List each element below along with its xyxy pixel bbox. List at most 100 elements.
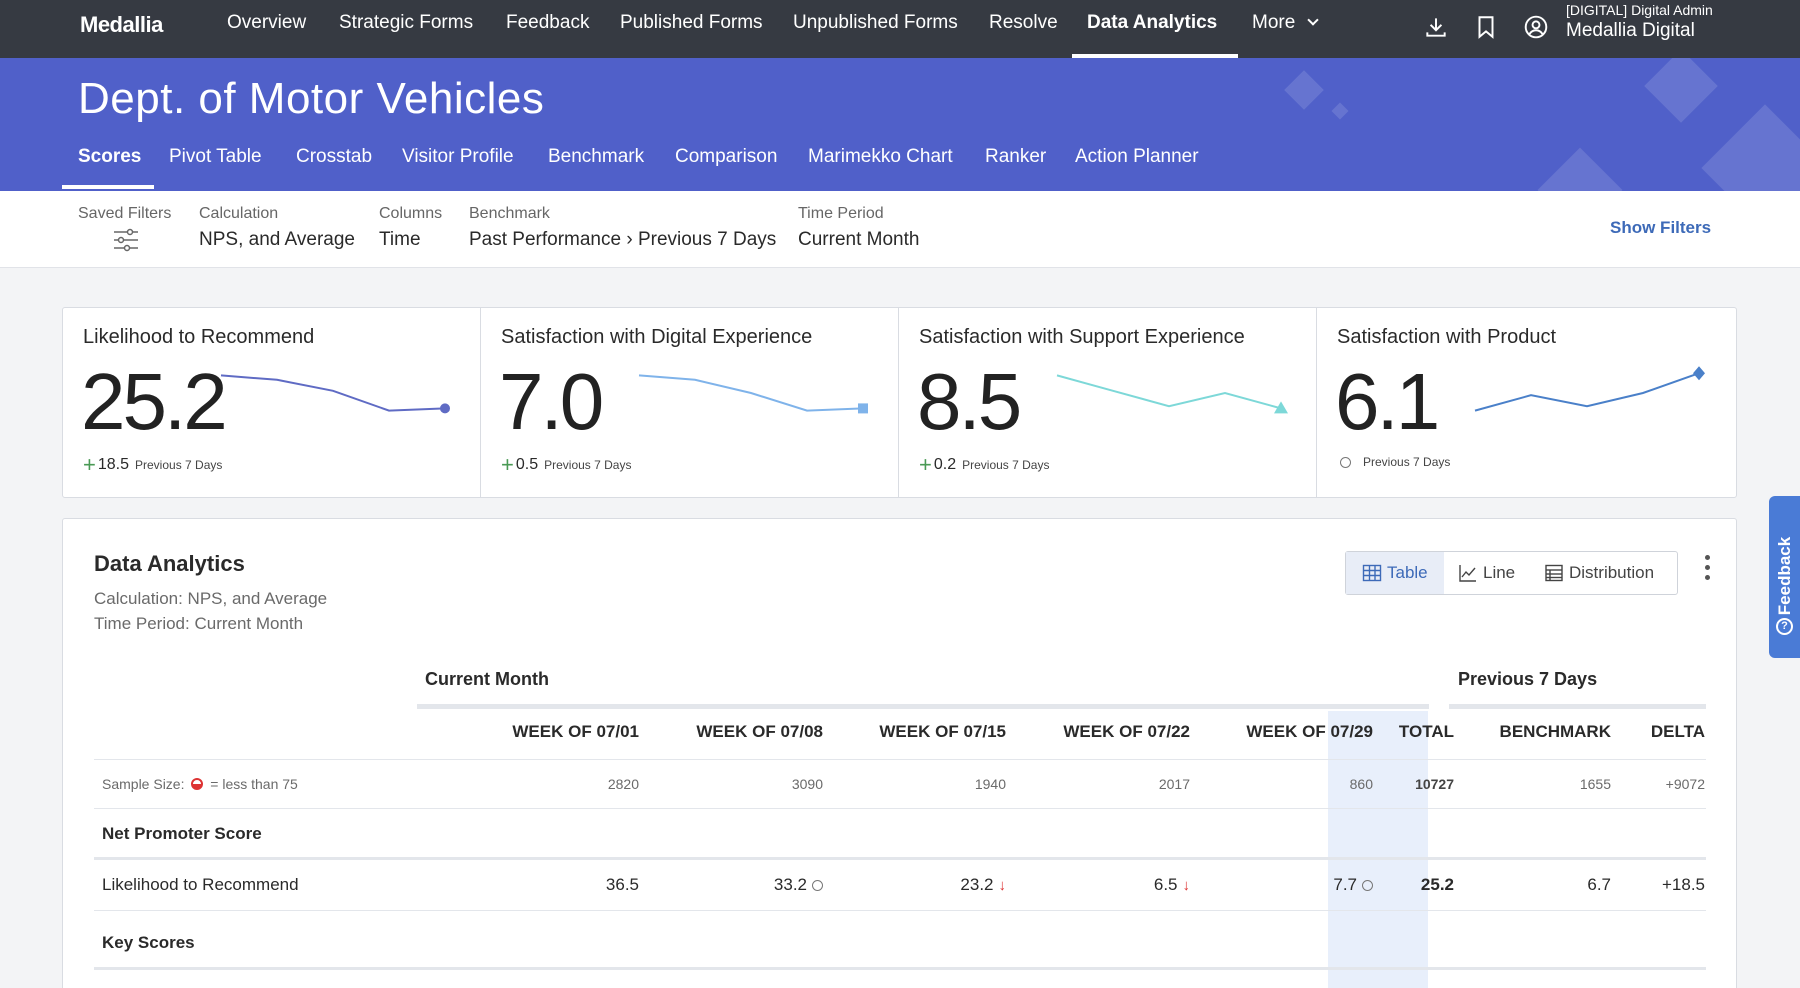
row-label-likelihood[interactable]: Likelihood to Recommend — [102, 875, 299, 895]
sample-size-label: Sample Size: = less than 75 — [102, 776, 298, 792]
tab-visitor-profile[interactable]: Visitor Profile — [402, 146, 514, 168]
user-name[interactable]: Medallia Digital — [1566, 20, 1695, 42]
tab-marimekko-chart[interactable]: Marimekko Chart — [808, 146, 953, 168]
sparkline — [1056, 374, 1288, 414]
benchmark-cell[interactable]: 6.7 — [1587, 875, 1611, 895]
sliders-icon[interactable] — [112, 227, 140, 253]
calculation-label: Calculation — [199, 205, 279, 222]
nav-data-analytics[interactable]: Data Analytics — [1087, 12, 1217, 34]
data-analytics-panel: Data Analytics Calculation: NPS, and Ave… — [62, 518, 1737, 988]
download-icon[interactable] — [1423, 14, 1449, 40]
time-period-value[interactable]: Current Month — [798, 229, 919, 251]
card-score: 25.2 — [81, 357, 228, 446]
nav-more[interactable]: More — [1252, 12, 1319, 34]
score-card[interactable]: Satisfaction with Digital Experience 7.0… — [481, 308, 899, 497]
banner-decoration — [1331, 102, 1349, 120]
column-header[interactable]: WEEK OF 07/01 — [512, 722, 639, 742]
score-value: 6.5 — [1153, 875, 1178, 894]
distribution-icon — [1545, 564, 1563, 582]
plus-icon: + — [83, 452, 96, 477]
score-cell[interactable]: 23.2 ↓ — [960, 875, 1006, 895]
nav-resolve[interactable]: Resolve — [989, 12, 1058, 34]
delta-cell[interactable]: +18.5 — [1662, 875, 1705, 895]
medallia-logo[interactable]: Medallia — [80, 12, 163, 38]
row-divider — [94, 910, 1706, 911]
sparkline-path — [638, 374, 864, 412]
score-cell[interactable]: 33.2 — [774, 875, 823, 895]
neutral-circle-icon — [1340, 456, 1351, 468]
feedback-side-tab[interactable]: Feedback ? — [1769, 496, 1800, 658]
saved-filters-label: Saved Filters — [78, 205, 172, 222]
sample-total-cell: 10727 — [1415, 776, 1454, 792]
question-icon: ? — [1776, 618, 1793, 635]
page-banner: Dept. of Motor Vehicles Scores Pivot Tab… — [0, 58, 1800, 191]
delta-value: 0.5 — [515, 456, 539, 473]
card-score: 8.5 — [917, 357, 1022, 446]
nav-published-forms[interactable]: Published Forms — [620, 12, 763, 34]
tab-pivot-table[interactable]: Pivot Table — [169, 146, 262, 168]
total-cell[interactable]: 25.2 — [1421, 875, 1454, 895]
score-card[interactable]: Likelihood to Recommend 25.2 + 18.5 Prev… — [63, 308, 481, 497]
more-options-icon[interactable] — [1703, 555, 1711, 585]
score-card[interactable]: Satisfaction with Product 6.1 Previous 7… — [1317, 308, 1736, 497]
section-key-scores: Key Scores — [102, 933, 195, 952]
feedback-tab-label: Feedback — [1775, 536, 1794, 616]
score-cell[interactable]: 36.5 — [606, 875, 639, 895]
sparkline-path — [220, 374, 446, 412]
bookmark-icon[interactable] — [1473, 14, 1499, 40]
sparkline — [638, 374, 868, 414]
sparkline — [1474, 366, 1705, 412]
banner-decoration — [1537, 147, 1623, 191]
column-header[interactable]: WEEK OF 07/08 — [696, 722, 823, 742]
group-current-month: Current Month — [425, 669, 549, 689]
tab-comparison[interactable]: Comparison — [675, 146, 777, 168]
sample-cell: 860 — [1349, 776, 1373, 792]
column-header[interactable]: WEEK OF 07/22 — [1063, 722, 1190, 742]
tab-ranker[interactable]: Ranker — [985, 146, 1046, 168]
delta-value: 18.5 — [97, 456, 129, 473]
section-divider — [94, 857, 1706, 860]
nav-strategic-forms[interactable]: Strategic Forms — [339, 12, 473, 34]
tab-crosstab[interactable]: Crosstab — [296, 146, 372, 168]
score-cards: Likelihood to Recommend 25.2 + 18.5 Prev… — [62, 307, 1737, 498]
columns-value[interactable]: Time — [379, 229, 421, 251]
tab-scores[interactable]: Scores — [78, 146, 141, 168]
column-header[interactable]: WEEK OF 07/29 — [1246, 722, 1373, 742]
banner-decoration — [1701, 104, 1800, 191]
calculation-value[interactable]: NPS, and Average — [199, 229, 355, 251]
user-circle-icon[interactable] — [1523, 14, 1549, 40]
score-value: 23.2 — [960, 875, 994, 894]
panel-time-period: Time Period: Current Month — [94, 614, 304, 633]
score-cell[interactable]: 7.7 — [1333, 875, 1373, 895]
column-header[interactable]: BENCHMARK — [1500, 722, 1611, 742]
distribution-view-button[interactable]: Distribution — [1544, 552, 1654, 594]
card-title: Satisfaction with Support Experience — [919, 326, 1245, 348]
score-value: 33.2 — [773, 875, 807, 894]
score-card[interactable]: Satisfaction with Support Experience 8.5… — [899, 308, 1317, 497]
nav-overview[interactable]: Overview — [227, 12, 306, 34]
tab-benchmark[interactable]: Benchmark — [548, 146, 644, 168]
card-title: Satisfaction with Digital Experience — [501, 326, 813, 348]
sparkline — [220, 374, 450, 414]
panel-title: Data Analytics — [94, 551, 245, 576]
arrow-down-icon: ↓ — [998, 877, 1007, 894]
delta-label: Previous 7 Days — [962, 458, 1050, 472]
nav-unpublished-forms[interactable]: Unpublished Forms — [793, 12, 958, 34]
column-header[interactable]: WEEK OF 07/15 — [879, 722, 1006, 742]
delta-label: Previous 7 Days — [135, 458, 223, 472]
sparkline-end-marker — [440, 403, 450, 414]
tab-action-planner[interactable]: Action Planner — [1075, 146, 1199, 168]
arrow-down-icon: ↓ — [1182, 877, 1191, 894]
score-value: 36.5 — [605, 875, 639, 894]
section-divider — [94, 967, 1706, 970]
column-header[interactable]: DELTA — [1651, 722, 1705, 742]
row-divider — [94, 759, 1706, 760]
card-title: Satisfaction with Product — [1337, 326, 1556, 348]
table-view-button[interactable]: Table — [1346, 552, 1444, 594]
score-cell[interactable]: 6.5 ↓ — [1154, 875, 1190, 895]
line-view-button[interactable]: Line — [1458, 552, 1515, 594]
nav-feedback[interactable]: Feedback — [506, 12, 589, 34]
column-header[interactable]: TOTAL — [1399, 722, 1454, 742]
show-filters-button[interactable]: Show Filters — [1610, 218, 1711, 238]
benchmark-value[interactable]: Past Performance › Previous 7 Days — [469, 229, 776, 251]
